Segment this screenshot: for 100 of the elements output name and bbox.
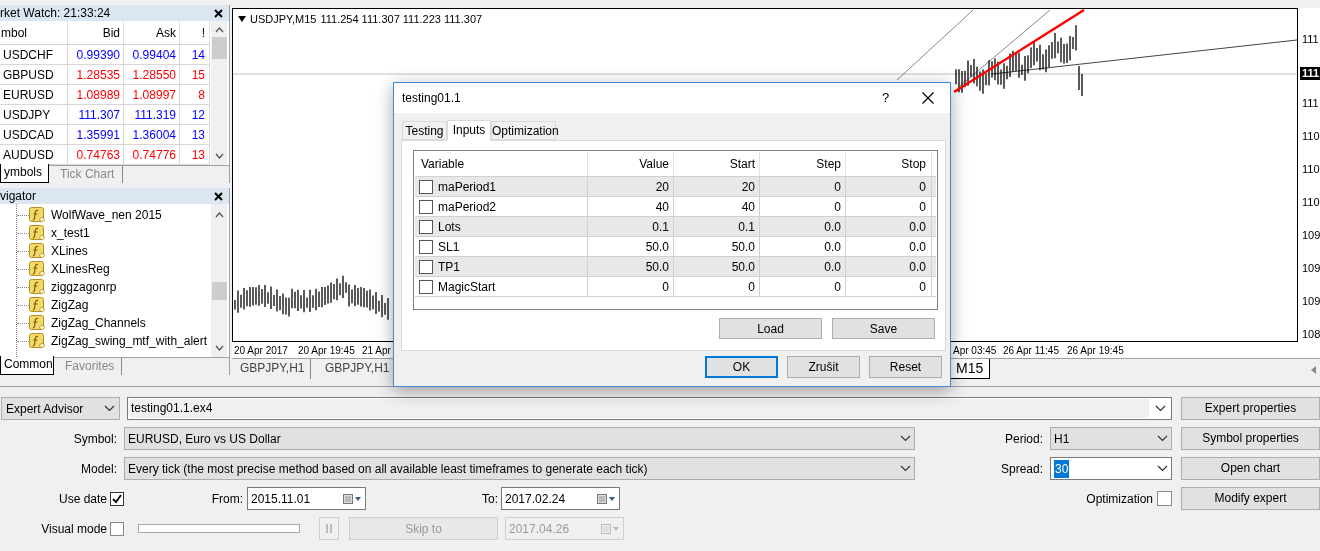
help-button[interactable]: ?	[882, 88, 894, 108]
date-field[interactable]: 2015.11.01	[247, 487, 366, 510]
mode-dropdown[interactable]: Expert Advisor	[1, 397, 120, 420]
time-label: Apr 03:45	[953, 344, 997, 357]
price-label: 109	[1301, 262, 1320, 275]
checkbox[interactable]	[419, 279, 433, 294]
dropdown[interactable]: EURUSD, Euro vs US Dollar	[124, 427, 915, 450]
checkbox[interactable]	[1157, 491, 1172, 506]
spread-combo[interactable]: 30	[1050, 457, 1172, 480]
function-icon	[29, 315, 46, 331]
expert-combo[interactable]: testing01.1.ex4	[127, 397, 1172, 420]
table-cell: 1.08989	[68, 85, 124, 104]
tab[interactable]: ymbols	[0, 164, 49, 183]
table-cell: 1.28535	[68, 65, 124, 84]
table-cell-text: TP1	[438, 258, 460, 276]
table-cell: 0.99390	[68, 45, 124, 64]
load-button[interactable]: Load	[719, 318, 822, 339]
price-label: 110	[1301, 130, 1320, 143]
column-header[interactable]: Bid	[68, 21, 124, 44]
table-cell: 1.35991	[68, 125, 124, 144]
field-label: To:	[481, 490, 499, 508]
scrollbar[interactable]	[211, 204, 227, 357]
tree-item[interactable]: ZigZag_swing_mtf_with_alert	[51, 332, 208, 350]
checkbox[interactable]	[419, 239, 433, 254]
modify-expert-button[interactable]: Modify expert	[1181, 487, 1320, 510]
checkbox[interactable]	[419, 219, 433, 234]
time-label: 20 Apr 19:45	[298, 344, 355, 357]
calendar-icon	[601, 523, 620, 534]
tab[interactable]: Optimization	[491, 121, 556, 140]
tree-item[interactable]: ZigZag	[51, 296, 89, 314]
table-cell: 111.319	[124, 105, 180, 124]
scroll-thumb[interactable]	[211, 37, 227, 59]
column-header[interactable]: !	[180, 21, 210, 44]
tree-item[interactable]: WolfWave_nen 2015	[51, 206, 162, 224]
open-chart-button[interactable]: Open chart	[1181, 457, 1320, 480]
column-header[interactable]: Ask	[124, 21, 180, 44]
dialog-button[interactable]: Zrušit	[787, 356, 860, 378]
tab[interactable]: Inputs	[447, 120, 491, 141]
expert-properties-button[interactable]: Expert properties	[1181, 397, 1320, 420]
tree-item[interactable]: x_test1	[51, 224, 90, 242]
table-cell: USDCHF	[0, 45, 68, 64]
function-icon	[29, 243, 46, 259]
date-field[interactable]: 2017.02.24	[501, 487, 620, 510]
time-label: 20 Apr 2017	[234, 344, 288, 357]
dropdown[interactable]: Every tick (the most precise method based on all available least timeframes to generate each tick)	[124, 457, 915, 480]
panel-title: rket Watch: 21:33:24	[0, 7, 111, 19]
field-label: Use date	[57, 490, 108, 508]
chart-symbol: USDJPY,M15	[250, 12, 317, 27]
scrollbar[interactable]	[211, 21, 227, 165]
table-cell-text: MagicStart	[438, 278, 496, 296]
close-icon	[922, 92, 934, 104]
table-cell: USDCAD	[0, 125, 68, 144]
dialog-button[interactable]: OK	[705, 356, 778, 378]
tab[interactable]: Testing	[402, 121, 447, 140]
table-cell: USDJPY	[0, 105, 68, 124]
dialog-button[interactable]: Reset	[869, 356, 942, 378]
panel-title: vigator	[0, 190, 37, 202]
time-label: 26 Apr 11:45	[1003, 344, 1059, 357]
checkbox[interactable]	[110, 491, 124, 506]
table-cell: 12	[180, 105, 210, 124]
checkbox[interactable]	[110, 521, 124, 536]
checkbox[interactable]	[419, 259, 433, 274]
scroll-thumb[interactable]	[211, 282, 227, 300]
function-icon	[29, 225, 46, 241]
symbol-properties-button[interactable]: Symbol properties	[1181, 427, 1320, 450]
function-icon	[29, 297, 46, 313]
scroll-down-icon	[214, 345, 224, 351]
scroll-down-icon	[214, 153, 224, 159]
table-cell: 15	[180, 65, 210, 84]
function-icon	[29, 279, 46, 295]
tree-item[interactable]: XLines	[51, 242, 88, 260]
column-header[interactable]: mbol	[0, 21, 68, 44]
calendar-icon	[343, 493, 362, 504]
price-label: 111	[1301, 97, 1320, 110]
scroll-up-icon	[214, 27, 224, 33]
field-label: Visual mode	[40, 520, 108, 538]
caret-icon	[1157, 435, 1168, 442]
tree-item[interactable]: ZigZag_Channels	[51, 314, 146, 332]
field-label: Period:	[1003, 430, 1044, 448]
price-label: 110	[1301, 163, 1320, 176]
period-dropdown[interactable]: H1	[1050, 427, 1172, 450]
tab[interactable]: GBPJPY,H1	[234, 359, 312, 379]
tab[interactable]: Common	[0, 356, 54, 375]
table-cell: 14	[180, 45, 210, 64]
table-cell-text: Lots	[438, 218, 461, 236]
checkbox[interactable]	[419, 179, 433, 194]
dropdown-icon	[238, 16, 246, 23]
checkbox[interactable]	[419, 199, 433, 214]
tree-item[interactable]: XLinesReg	[51, 260, 110, 278]
table-cell: 0	[760, 277, 846, 296]
caret-icon	[900, 465, 911, 472]
function-icon	[29, 261, 46, 277]
table-cell: EURUSD	[0, 85, 68, 104]
close-icon	[214, 8, 223, 18]
field-label: Symbol:	[72, 430, 118, 448]
tab[interactable]: M15	[949, 359, 991, 379]
table-cell: GBPUSD	[0, 65, 68, 84]
tree-item[interactable]: ziggzagonrp	[51, 278, 117, 296]
save-button[interactable]: Save	[832, 318, 935, 339]
table-cell: 1.36004	[124, 125, 180, 144]
